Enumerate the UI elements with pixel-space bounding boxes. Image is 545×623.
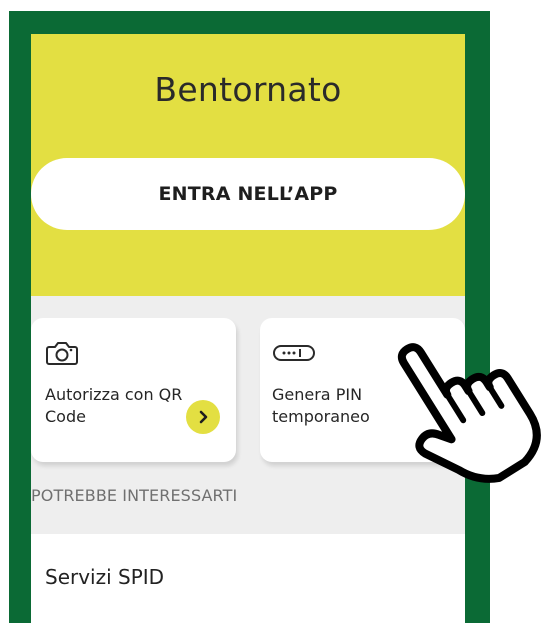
spid-services-label: Servizi SPID: [45, 565, 165, 589]
pointing-hand-cursor-icon: [397, 343, 541, 483]
qr-code-card[interactable]: Autorizza con QR Code: [31, 318, 236, 462]
pin-field-icon: [273, 345, 315, 361]
enter-app-button[interactable]: ENTRA NELL’APP: [31, 158, 465, 230]
welcome-header: Bentornato ENTRA NELL’APP: [31, 34, 465, 296]
camera-icon: [46, 342, 78, 365]
spid-services-item[interactable]: Servizi SPID: [31, 534, 465, 623]
qr-code-label: Autorizza con QR Code: [45, 385, 183, 426]
welcome-title: Bentornato: [154, 70, 342, 109]
section-title: POTREBBE INTERESSARTI: [31, 486, 238, 505]
chevron-right-icon: [199, 410, 208, 424]
qr-code-arrow-button[interactable]: [186, 400, 220, 434]
